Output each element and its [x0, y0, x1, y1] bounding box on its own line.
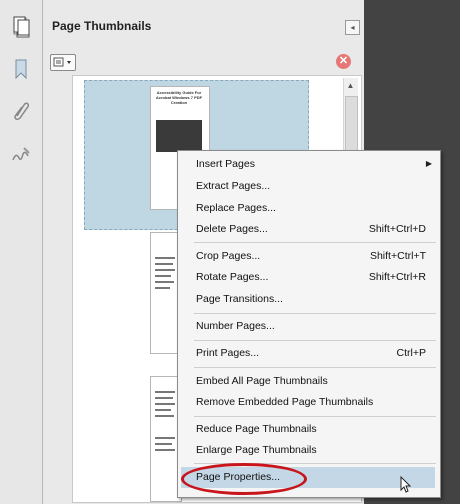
bookmark-icon[interactable]: [10, 58, 32, 80]
menu-separator: [194, 313, 436, 314]
shortcut-print-pages: Ctrl+P: [396, 347, 426, 359]
shortcut-crop-pages: Shift+Ctrl+T: [369, 250, 426, 262]
menu-item-delete-pages[interactable]: Delete Pages...: [196, 223, 268, 235]
shortcut-rotate-pages: Shift+Ctrl+R: [368, 271, 426, 283]
menu-item-page-transitions[interactable]: Page Transitions...: [196, 293, 283, 305]
annotation-ring: [181, 463, 307, 495]
page-thumbnail-1-image: [156, 120, 202, 152]
menu-item-enlarge-thumbnails[interactable]: Enlarge Page Thumbnails: [196, 444, 317, 456]
shortcut-delete-pages: Shift+Ctrl+D: [368, 223, 426, 235]
mouse-cursor-icon: [400, 475, 414, 494]
menu-separator: [194, 340, 436, 341]
menu-separator: [194, 416, 436, 417]
menu-item-print-pages[interactable]: Print Pages...: [196, 347, 259, 359]
menu-item-reduce-thumbnails[interactable]: Reduce Page Thumbnails: [196, 423, 317, 435]
thumbnail-options-button[interactable]: [50, 54, 76, 71]
menu-item-insert-pages[interactable]: Insert Pages: [196, 158, 255, 170]
menu-item-crop-pages[interactable]: Crop Pages...: [196, 250, 260, 262]
menu-item-number-pages[interactable]: Number Pages...: [196, 320, 275, 332]
scroll-up-arrow[interactable]: ▲: [344, 79, 357, 92]
signature-icon[interactable]: [10, 144, 32, 166]
page-thumbnail-1-title: Accessibility Guide For Acrobat Windows …: [155, 90, 203, 105]
paperclip-icon[interactable]: [10, 100, 32, 122]
navigation-rail: [0, 0, 43, 504]
menu-separator: [194, 367, 436, 368]
panel-title: Page Thumbnails: [52, 19, 152, 33]
menu-separator: [194, 242, 436, 243]
menu-item-embed-all-thumbnails[interactable]: Embed All Page Thumbnails: [196, 375, 328, 387]
panel-pages-icon: [12, 14, 32, 36]
menu-item-replace-pages[interactable]: Replace Pages...: [196, 202, 276, 214]
context-menu: Insert Pages ▶ Extract Pages... Replace …: [177, 150, 441, 498]
submenu-arrow-icon: ▶: [425, 159, 432, 168]
menu-item-rotate-pages[interactable]: Rotate Pages...: [196, 271, 268, 283]
collapse-panel-button[interactable]: ◂: [345, 20, 360, 35]
close-panel-icon[interactable]: ✕: [336, 54, 351, 69]
menu-item-remove-embedded-thumbnails[interactable]: Remove Embedded Page Thumbnails: [196, 396, 373, 408]
menu-item-extract-pages[interactable]: Extract Pages...: [196, 180, 270, 192]
